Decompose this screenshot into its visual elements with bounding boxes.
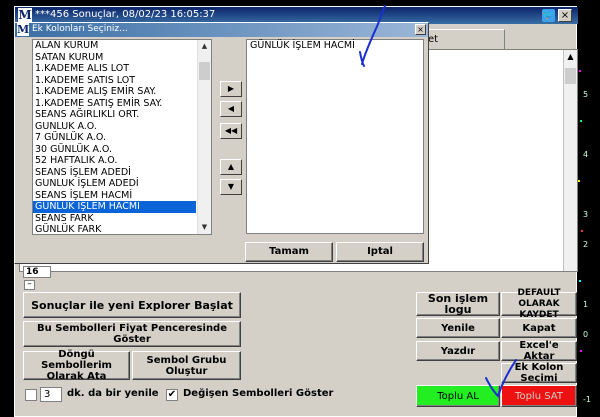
available-column-item[interactable]: SEANS FARK — [33, 213, 196, 225]
chart-tick-label: 1 — [583, 300, 589, 309]
row-count: 16 — [23, 266, 51, 278]
cancel-button[interactable]: Iptal — [336, 242, 424, 262]
available-column-item[interactable]: 7 GÜNLÜK A.O. — [33, 132, 196, 144]
dialog-title: Ek Kolonları Seçiniz... — [32, 24, 128, 34]
ok-button[interactable]: Tamam — [245, 242, 333, 262]
assign-loop-symbols-button[interactable]: Döngü Sembollerim Olarak Ata — [23, 349, 130, 382]
available-column-item[interactable]: SEANS AĞIRLIKLI ORT. — [33, 109, 196, 121]
available-column-item[interactable]: SATAN KURUM — [33, 52, 196, 64]
chart-tick-label: 0 — [583, 330, 589, 339]
chart-tick-label: 3 — [583, 210, 589, 219]
chart-tick-label: 4 — [583, 150, 589, 159]
scroll-thumb[interactable] — [565, 68, 576, 84]
close-button[interactable]: Kapat — [501, 318, 577, 338]
available-columns-scrollbar[interactable]: ▲ ▼ — [197, 40, 211, 234]
available-column-item[interactable]: GÜNLÜK FARK — [33, 224, 196, 234]
dialog-close-button[interactable]: × — [415, 24, 426, 35]
available-columns-items: ALAN KURUM SATAN KURUM 1.KADEME ALIS LOT 1.… — [33, 40, 211, 234]
show-in-price-window-button[interactable]: Bu Sembolleri Fiyat Penceresinde Göster — [23, 321, 241, 347]
available-column-item[interactable]: SEANS İŞLEM HACMİ — [33, 190, 196, 202]
start-explorer-button[interactable]: Sonuçlar ile yeni Explorer Başlat — [23, 292, 241, 318]
auto-refresh-checkbox[interactable] — [25, 389, 37, 401]
last-trade-log-button[interactable]: Son işlem logu — [416, 292, 500, 316]
available-column-item[interactable]: ALAN KURUM — [33, 40, 196, 52]
available-column-item[interactable]: SEANS İŞLEM ADEDİ — [33, 167, 196, 179]
app-logo-icon: M — [18, 8, 32, 22]
available-column-item[interactable]: 1.KADEME ALIS LOT — [33, 63, 196, 75]
scroll-thumb[interactable] — [199, 62, 210, 80]
available-column-item[interactable]: 30 GÜNLÜK A.O. — [33, 144, 196, 156]
chart-dot — [580, 120, 582, 122]
available-column-item[interactable]: 52 HAFTALIK A.O. — [33, 155, 196, 167]
add-column-button[interactable]: Ek Kolon Seçimi — [501, 362, 577, 384]
show-changed-checkbox[interactable]: ✔ — [166, 389, 178, 401]
export-excel-button[interactable]: Excel'e Aktar — [501, 340, 577, 362]
results-scrollbar[interactable]: ▲ — [563, 50, 577, 271]
available-column-item[interactable]: GUNLUK A.O. — [33, 121, 196, 133]
scroll-down-icon[interactable]: ▼ — [198, 221, 211, 234]
dialog-logo-icon: M — [17, 23, 30, 36]
chart-tick-label: 5 — [583, 90, 589, 99]
create-symbol-group-button[interactable]: Sembol Grubu Oluştur — [132, 351, 241, 380]
selected-columns-items: GÜNLÜK İŞLEM HACMİ — [247, 40, 423, 52]
chart-dot — [579, 70, 581, 72]
main-close-button[interactable]: × — [558, 9, 572, 22]
column-selection-dialog: M Ek Kolonları Seçiniz... × ALAN KURUM SA… — [14, 22, 429, 264]
main-window-title: ***456 Sonuçlar, 08/02/23 16:05:37 — [35, 9, 216, 20]
print-button[interactable]: Yazdır — [416, 341, 500, 361]
refresh-button[interactable]: Yenile — [416, 318, 500, 338]
collapse-button[interactable]: – — [24, 280, 35, 290]
background-chart: 5 4 3 2 1 0 -1 — [577, 0, 600, 417]
bulk-buy-button[interactable]: Toplu AL — [416, 385, 500, 407]
selected-columns-list[interactable]: GÜNLÜK İŞLEM HACMİ — [246, 39, 424, 234]
result-tab-label: et — [428, 34, 439, 45]
remove-column-arrow-button[interactable]: ◀ — [220, 101, 242, 117]
chart-dot — [580, 350, 582, 352]
show-changed-label: Değişen Sembolleri Göster — [183, 388, 334, 399]
chart-dot — [581, 230, 583, 232]
chart-tick-label: 2 — [583, 240, 589, 249]
twitter-icon[interactable]: 🐦 — [542, 9, 555, 22]
available-column-item[interactable]: 1.KADEME SATIS LOT — [33, 75, 196, 87]
bulk-sell-button[interactable]: Toplu SAT — [501, 385, 577, 407]
chart-tick-label: -1 — [583, 395, 591, 404]
refresh-interval-label: dk. da bir yenile — [67, 388, 159, 399]
save-default-button[interactable]: DEFAULT OLARAK KAYDET — [501, 288, 577, 320]
chart-dot — [578, 180, 580, 182]
available-column-item[interactable]: GUNLUK İŞLEM ADEDİ — [33, 178, 196, 190]
chart-dot — [579, 280, 581, 282]
available-column-item[interactable]: 1.KADEME ALIŞ EMİR SAY. — [33, 86, 196, 98]
screen: 5 4 3 2 1 0 -1 M ***456 Sonuçlar, 08/02/23 16:… — [0, 0, 600, 417]
scroll-up-icon[interactable]: ▲ — [198, 40, 211, 53]
scroll-up-icon[interactable]: ▲ — [564, 50, 577, 64]
refresh-interval-input[interactable]: 3 — [40, 387, 62, 402]
add-column-arrow-button[interactable]: ▶ — [220, 81, 242, 97]
dialog-title-bar[interactable]: M Ek Kolonları Seçiniz... × — [15, 23, 428, 37]
available-column-item[interactable]: 1.KADEME SATIŞ EMİR SAY. — [33, 98, 196, 110]
move-down-arrow-button[interactable]: ▼ — [220, 179, 242, 195]
move-up-arrow-button[interactable]: ▲ — [220, 159, 242, 175]
selected-column-item[interactable]: GÜNLÜK İŞLEM HACMİ — [247, 40, 423, 52]
remove-all-arrow-button[interactable]: ◀◀ — [220, 123, 242, 139]
available-column-item[interactable]: GÜNLÜK İŞLEM HACMİ — [33, 201, 196, 213]
available-columns-list[interactable]: ALAN KURUM SATAN KURUM 1.KADEME ALIS LOT 1.… — [32, 39, 212, 235]
